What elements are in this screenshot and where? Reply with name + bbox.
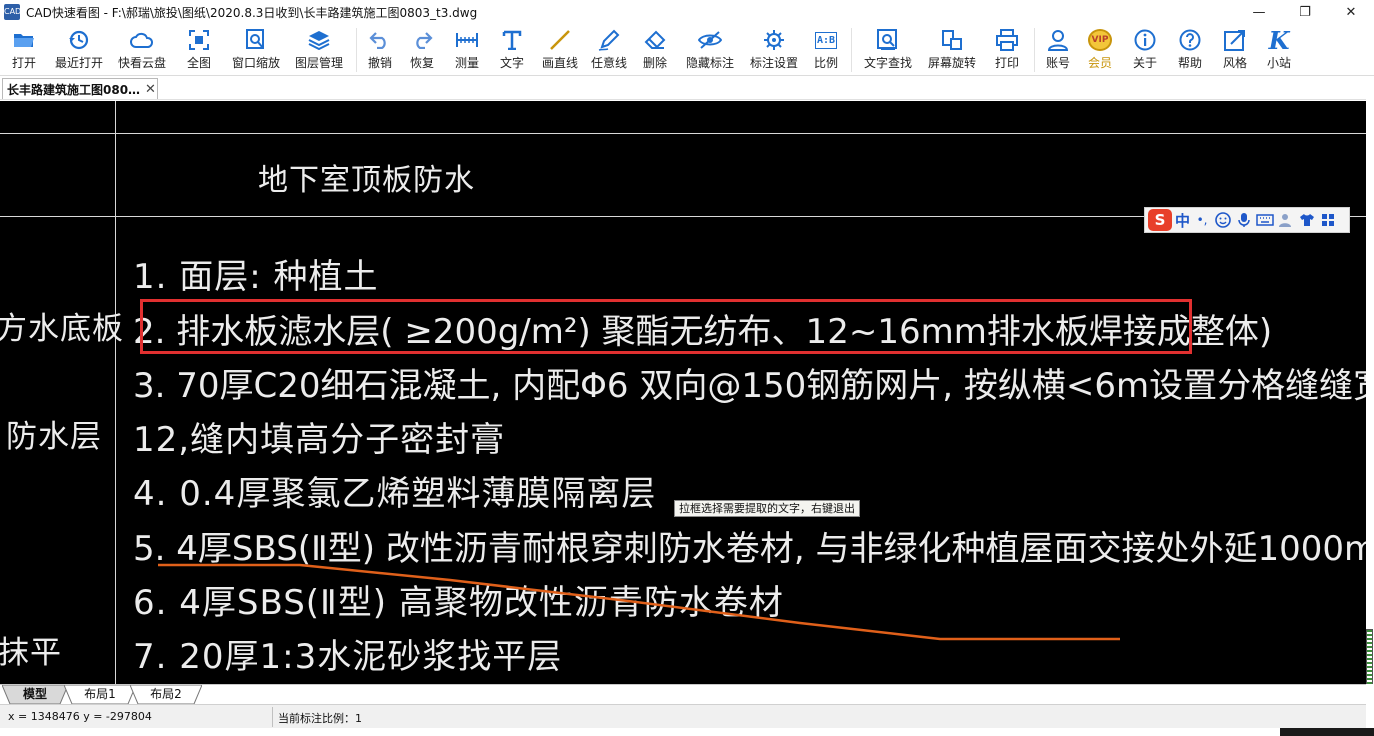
right-corner	[1366, 684, 1374, 728]
annotation-scale-readout: 当前标注比例：1	[278, 712, 362, 725]
bottom-edge	[0, 728, 1280, 736]
folder-open-icon	[12, 28, 36, 52]
redo-button[interactable]: 恢复	[399, 24, 445, 74]
style-button[interactable]: 风格	[1213, 24, 1257, 74]
toolbar-separator	[851, 28, 852, 72]
document-tab[interactable]: 长丰路建筑施工图080… ✕	[2, 78, 158, 99]
delete-button[interactable]: 删除	[633, 24, 677, 74]
user-icon	[1046, 28, 1070, 52]
taskbar-clock-area	[1280, 728, 1374, 736]
scroll-indicator[interactable]	[1366, 629, 1373, 685]
minimize-button[interactable]: —	[1236, 0, 1282, 24]
text-icon	[500, 28, 524, 52]
emoji-icon[interactable]	[1214, 211, 1232, 229]
about-button[interactable]: 关于	[1123, 24, 1167, 74]
keyboard-icon[interactable]	[1256, 211, 1274, 229]
maximize-button[interactable]: ❐	[1282, 0, 1328, 24]
undo-icon	[368, 28, 392, 52]
k-station-icon: K	[1268, 25, 1290, 55]
redo-icon	[410, 28, 434, 52]
account-button[interactable]: 账号	[1039, 24, 1077, 74]
rotate-screen-icon	[940, 28, 964, 52]
ime-toolbar[interactable]: S 中 •,	[1144, 207, 1350, 233]
toolbar-separator	[1034, 28, 1035, 72]
cad-viewer-window: CAD CAD快速看图 - F:\郝瑞\旅投\图纸\2020.8.3日收到\长丰…	[0, 0, 1374, 736]
freehand-line-button[interactable]: 任意线	[585, 24, 633, 74]
scale-icon: A:B	[814, 28, 838, 52]
cloud-drive-button[interactable]: 快看云盘	[112, 24, 172, 74]
fit-all-icon	[187, 28, 211, 52]
document-tab-strip: 长丰路建筑施工图080… ✕	[0, 77, 1366, 100]
window-zoom-icon	[244, 28, 268, 52]
close-tab-icon[interactable]: ✕	[145, 82, 156, 97]
print-button[interactable]: 打印	[984, 24, 1030, 74]
recent-open-button[interactable]: 最近打开	[46, 24, 112, 74]
cursor-coordinates: x = 1348476 y = -297804	[8, 710, 152, 723]
window-zoom-button[interactable]: 窗口缩放	[226, 24, 286, 74]
line-icon	[548, 28, 572, 52]
text-search-button[interactable]: 文字查找	[856, 24, 920, 74]
help-icon	[1178, 28, 1202, 52]
open-button[interactable]: 打开	[2, 24, 46, 74]
fit-all-button[interactable]: 全图	[172, 24, 226, 74]
text-search-icon	[876, 28, 900, 52]
document-tab-label: 长丰路建筑施工图080…	[7, 82, 141, 97]
drawing-canvas[interactable]: 地下室顶板防水 方水底板 防水层 抹平 1. 面层: 种植土 2. 排水板滤水层…	[0, 101, 1366, 684]
style-icon	[1223, 28, 1247, 52]
layers-icon	[307, 28, 331, 52]
annotation-settings-icon	[762, 28, 786, 52]
microphone-icon[interactable]	[1235, 211, 1253, 229]
hide-annotations-button[interactable]: 隐藏标注	[677, 24, 743, 74]
vip-member-button[interactable]: VIP 会员	[1077, 24, 1123, 74]
window-title: CAD快速看图 - F:\郝瑞\旅投\图纸\2020.8.3日收到\长丰路建筑施…	[26, 5, 478, 20]
printer-icon	[995, 28, 1019, 52]
draw-line-button[interactable]: 画直线	[535, 24, 585, 74]
main-toolbar: 打开 最近打开 快看云盘 全图 窗口缩放 图层管理 撤销 恢复 测量 文字 画直…	[0, 24, 1374, 76]
scale-button[interactable]: A:B 比例	[805, 24, 847, 74]
user-settings-icon[interactable]	[1277, 211, 1295, 229]
app-logo-icon: CAD	[4, 4, 21, 20]
title-bar: CAD CAD快速看图 - F:\郝瑞\旅投\图纸\2020.8.3日收到\长丰…	[0, 0, 1374, 24]
punctuation-icon[interactable]: •,	[1193, 211, 1211, 229]
vertical-scrollbar[interactable]	[1366, 101, 1374, 685]
info-icon	[1133, 28, 1157, 52]
hide-eye-icon	[698, 28, 722, 52]
grid-menu-icon[interactable]	[1319, 211, 1337, 229]
skin-icon[interactable]	[1298, 211, 1316, 229]
tab-model[interactable]: 模型	[2, 685, 68, 704]
tab-layout2[interactable]: 布局2	[130, 685, 202, 704]
close-button[interactable]: ✕	[1328, 0, 1374, 24]
text-extract-hint-tooltip: 拉框选择需要提取的文字，右键退出	[674, 500, 860, 517]
rotate-screen-button[interactable]: 屏幕旋转	[920, 24, 984, 74]
measure-icon	[455, 28, 479, 52]
measure-button[interactable]: 测量	[445, 24, 489, 74]
mini-station-button[interactable]: K 小站	[1257, 24, 1301, 74]
window-controls: — ❐ ✕	[1236, 0, 1374, 24]
undo-button[interactable]: 撤销	[361, 24, 399, 74]
annotation-settings-button[interactable]: 标注设置	[743, 24, 805, 74]
cloud-icon	[130, 28, 154, 52]
vip-icon: VIP	[1088, 28, 1112, 52]
eraser-icon	[643, 28, 667, 52]
pen-icon	[597, 28, 621, 52]
toolbar-separator	[356, 28, 357, 72]
help-button[interactable]: 帮助	[1167, 24, 1213, 74]
tab-layout1[interactable]: 布局1	[64, 685, 136, 704]
status-divider	[272, 707, 273, 727]
text-tool-button[interactable]: 文字	[489, 24, 535, 74]
sogou-logo-icon[interactable]: S	[1148, 209, 1172, 231]
status-bar: x = 1348476 y = -297804 当前标注比例：1	[0, 704, 1366, 728]
history-icon	[67, 28, 91, 52]
layer-manager-button[interactable]: 图层管理	[286, 24, 352, 74]
ime-language-toggle[interactable]: 中	[1175, 210, 1190, 231]
freehand-annotation-line[interactable]	[0, 101, 1366, 684]
layout-tab-bar: 模型 布局1 布局2	[0, 684, 1366, 704]
